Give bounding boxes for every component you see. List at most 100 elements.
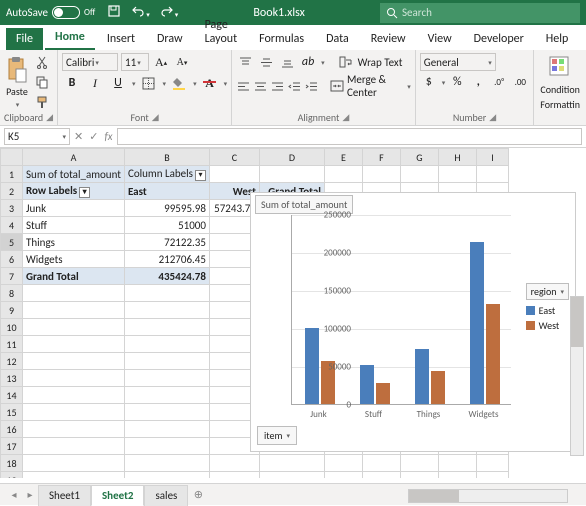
cell-B1[interactable]: Column Labels▾ [124, 166, 209, 183]
italic-button[interactable]: I [85, 73, 105, 93]
cell-F18[interactable] [362, 455, 400, 472]
name-box[interactable]: K5▾ [4, 128, 70, 145]
select-all-corner[interactable] [1, 149, 23, 166]
cell-C18[interactable] [209, 455, 259, 472]
cell-B10[interactable] [124, 319, 209, 336]
row-header-14[interactable]: 14 [1, 387, 23, 404]
increase-font-icon[interactable]: A▴ [152, 53, 170, 71]
row-header-12[interactable]: 12 [1, 353, 23, 370]
row-header-4[interactable]: 4 [1, 217, 23, 234]
format-painter-icon[interactable] [33, 93, 51, 111]
paste-button[interactable]: Paste ▾ [4, 53, 30, 111]
font-color-button[interactable]: A [200, 73, 220, 93]
legend-item-West[interactable]: West [526, 319, 569, 332]
tab-insert[interactable]: Insert [97, 28, 145, 50]
cell-D1[interactable] [259, 166, 324, 183]
cell-B8[interactable] [124, 285, 209, 302]
merge-center-label[interactable]: Merge & Center [347, 73, 403, 99]
sheet-nav-next[interactable]: ▸ [22, 487, 38, 503]
cell-A10[interactable] [23, 319, 125, 336]
row-header-19[interactable]: 19 [1, 472, 23, 479]
cell-I18[interactable] [476, 455, 508, 472]
accounting-format-icon[interactable]: $ [420, 73, 438, 91]
number-launcher[interactable]: ◢ [489, 112, 496, 123]
copy-icon[interactable] [33, 73, 51, 91]
cell-A9[interactable] [23, 302, 125, 319]
row-header-7[interactable]: 7 [1, 268, 23, 285]
cell-B19[interactable] [124, 472, 209, 479]
align-left-icon[interactable] [236, 77, 250, 95]
cell-E18[interactable] [324, 455, 362, 472]
pivot-item-button[interactable]: item▾ [257, 426, 297, 445]
bar-West-Things[interactable] [431, 371, 445, 404]
cell-B15[interactable] [124, 404, 209, 421]
tab-power[interactable]: Power [580, 28, 586, 50]
cell-A15[interactable] [23, 404, 125, 421]
underline-button[interactable]: U [108, 73, 128, 93]
cell-G18[interactable] [400, 455, 438, 472]
col-header-G[interactable]: G [400, 149, 438, 166]
decrease-indent-icon[interactable] [288, 77, 302, 95]
increase-decimal-icon[interactable]: .0⁰ [490, 73, 508, 91]
bar-East-Things[interactable] [415, 349, 429, 404]
row-header-15[interactable]: 15 [1, 404, 23, 421]
cell-E19[interactable] [324, 472, 362, 479]
font-name-select[interactable]: Calibri▾ [62, 53, 118, 71]
fx-icon[interactable]: fx [104, 130, 112, 143]
undo-icon[interactable]: ▾ [131, 5, 150, 20]
cell-A3[interactable]: Junk [23, 200, 125, 217]
increase-indent-icon[interactable] [305, 77, 319, 95]
tab-review[interactable]: Review [361, 28, 416, 50]
tab-page-layout[interactable]: Page Layout [195, 14, 248, 50]
enter-icon[interactable]: ✓ [89, 130, 98, 143]
row-header-17[interactable]: 17 [1, 438, 23, 455]
cell-A12[interactable] [23, 353, 125, 370]
cell-G19[interactable] [400, 472, 438, 479]
cell-B14[interactable] [124, 387, 209, 404]
align-top-icon[interactable] [236, 53, 254, 71]
bold-button[interactable]: B [62, 73, 82, 93]
row-header-1[interactable]: 1 [1, 166, 23, 183]
cell-H1[interactable] [438, 166, 476, 183]
cell-B16[interactable] [124, 421, 209, 438]
bar-East-Widgets[interactable] [470, 242, 484, 404]
col-header-I[interactable]: I [476, 149, 508, 166]
row-header-8[interactable]: 8 [1, 285, 23, 302]
cell-B4[interactable]: 51000 [124, 217, 209, 234]
align-center-icon[interactable] [253, 77, 267, 95]
sheet-tab-sheet2[interactable]: Sheet2 [91, 485, 145, 506]
cancel-icon[interactable]: ✕ [74, 130, 83, 143]
search-input[interactable]: Search [380, 3, 580, 23]
conditional-formatting-button[interactable]: Condition Formattin [538, 53, 582, 113]
decrease-decimal-icon[interactable]: .00 [511, 73, 529, 91]
cell-B13[interactable] [124, 370, 209, 387]
cell-I19[interactable] [476, 472, 508, 479]
cell-F1[interactable] [362, 166, 400, 183]
vertical-scrollbar[interactable] [570, 296, 584, 456]
tab-draw[interactable]: Draw [147, 28, 193, 50]
clipboard-launcher[interactable]: ◢ [46, 112, 53, 123]
cell-A2[interactable]: Row Labels▾ [23, 183, 125, 200]
tab-formulas[interactable]: Formulas [249, 28, 314, 50]
percent-format-icon[interactable]: % [448, 73, 466, 91]
tab-home[interactable]: Home [45, 26, 95, 50]
alignment-launcher[interactable]: ◢ [342, 112, 349, 123]
cell-H18[interactable] [438, 455, 476, 472]
tab-view[interactable]: View [418, 28, 462, 50]
bar-East-Stuff[interactable] [360, 365, 374, 404]
col-header-D[interactable]: D [259, 149, 324, 166]
cell-I1[interactable] [476, 166, 508, 183]
pivot-dropdown[interactable]: ▾ [79, 187, 90, 198]
cell-D19[interactable] [259, 472, 324, 479]
save-icon[interactable] [107, 4, 121, 21]
col-header-C[interactable]: C [209, 149, 259, 166]
tab-developer[interactable]: Developer [464, 28, 534, 50]
cell-A16[interactable] [23, 421, 125, 438]
cell-C1[interactable] [209, 166, 259, 183]
cell-B12[interactable] [124, 353, 209, 370]
bar-West-Widgets[interactable] [486, 304, 500, 404]
row-header-11[interactable]: 11 [1, 336, 23, 353]
row-header-6[interactable]: 6 [1, 251, 23, 268]
col-header-E[interactable]: E [324, 149, 362, 166]
cell-C19[interactable] [209, 472, 259, 479]
